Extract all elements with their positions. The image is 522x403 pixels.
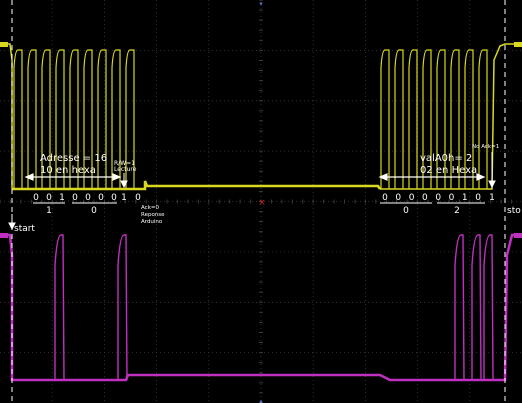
- ack-sub1: Reponse: [141, 212, 165, 218]
- address-hex: 10 en hexa: [40, 165, 96, 176]
- value-bit: 1: [462, 193, 468, 203]
- rw-bit: 1: [121, 193, 127, 203]
- value-bit: 0: [449, 193, 455, 203]
- address-title: Adresse = 16: [40, 153, 107, 164]
- top-trigger-pos-marker: ▾: [259, 0, 263, 8]
- value-title: valA0h= 2: [420, 153, 472, 164]
- address-nibble-low: 0: [91, 206, 97, 216]
- value-bit: 0: [475, 193, 481, 203]
- ch2-level-marker-right: [514, 233, 522, 238]
- address-bit: 1: [59, 193, 65, 203]
- value-bit: 0: [422, 193, 428, 203]
- ack-sub2: Arduino: [141, 219, 163, 225]
- oscilloscope-screen: × Adresse = 16 10 en hexa R/W=1 Lecture …: [0, 0, 522, 403]
- ch1-level-marker: [0, 42, 8, 47]
- start-label: start: [14, 224, 35, 234]
- value-hex: 02 en Hexa: [420, 165, 477, 176]
- value-nibble-low: 2: [454, 206, 460, 216]
- address-nibble-high: 1: [46, 206, 52, 216]
- value-bit: 0: [409, 193, 415, 203]
- ack-label: Ack=0: [141, 205, 159, 211]
- rw-sub: Lecture: [114, 166, 137, 173]
- stop-label: sto: [507, 206, 521, 216]
- address-bit: 0: [72, 193, 78, 203]
- address-bit: 0: [85, 193, 91, 203]
- nack-bit: 1: [489, 193, 495, 203]
- value-nibble-high: 0: [403, 206, 409, 216]
- bottom-trigger-pos-marker: ▴: [259, 397, 263, 403]
- address-bit: 0: [111, 193, 117, 203]
- ack-bit: 0: [135, 193, 141, 203]
- value-bit: 0: [435, 193, 441, 203]
- address-bit: 0: [33, 193, 39, 203]
- address-bit: 0: [46, 193, 52, 203]
- nack-label: No Ack=1: [472, 144, 499, 150]
- trigger-marker: ×: [258, 198, 266, 208]
- ch1-level-marker-right: [514, 42, 522, 47]
- address-bit: 0: [98, 193, 104, 203]
- value-bit: 0: [395, 193, 401, 203]
- ch2-level-marker: [0, 233, 8, 238]
- value-bit: 0: [382, 193, 388, 203]
